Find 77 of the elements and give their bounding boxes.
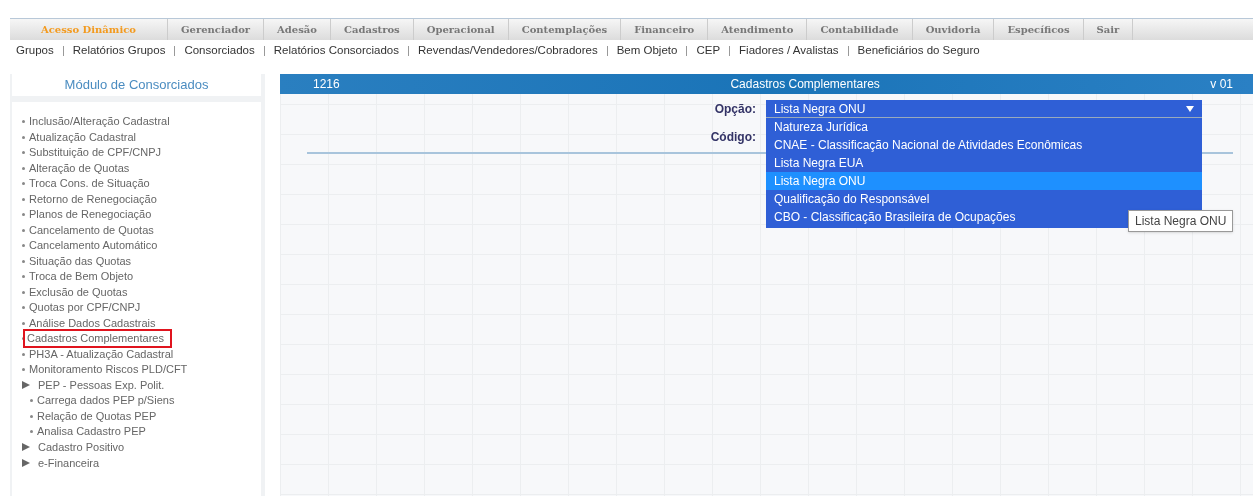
bullet-icon <box>30 399 33 403</box>
submenu-link[interactable]: CEP <box>696 42 721 60</box>
option-label: Opção: <box>714 101 756 118</box>
submenu-link[interactable]: Bem Objeto <box>616 42 678 60</box>
sidebar-item[interactable]: Analisa Cadastro PEP <box>37 424 146 440</box>
submenu-link[interactable]: Relatórios Grupos <box>72 42 166 60</box>
menu-tab[interactable]: Contemplações <box>508 19 622 40</box>
bullet-icon <box>22 228 25 232</box>
bullet-icon <box>22 290 25 294</box>
version-label: v 01 <box>1210 76 1234 93</box>
sidebar-item[interactable]: Alteração de Quotas <box>29 160 130 176</box>
menu-tab[interactable]: Atendimento <box>708 19 808 40</box>
menu-tab[interactable]: Específicos <box>994 19 1084 40</box>
submenu-link[interactable]: Consorciados <box>184 42 255 60</box>
bullet-icon <box>22 275 25 279</box>
sidebar-group[interactable]: PEP - Pessoas Exp. Polit. <box>34 377 165 394</box>
bullet-icon <box>22 368 25 372</box>
bullet-icon <box>22 166 25 170</box>
dropdown-arrow-icon <box>1186 105 1194 112</box>
submenu-link[interactable]: Beneficiários do Seguro <box>857 42 980 60</box>
dropdown-option[interactable]: Natureza Jurídica <box>766 118 1202 136</box>
sidebar-item[interactable]: Troca Cons. de Situação <box>29 176 150 192</box>
dropdown-option[interactable]: CNAE - Classificação Nacional de Atividades Econômicas <box>766 136 1202 154</box>
bullet-icon <box>30 414 33 418</box>
sidebar-group[interactable]: Cadastro Positivo <box>34 439 125 456</box>
bullet-icon <box>22 259 25 263</box>
sidebar-item[interactable]: PH3A - Atualização Cadastral <box>29 346 174 362</box>
menu-tab[interactable]: Ouvidoria <box>912 19 995 40</box>
sidebar-item[interactable]: Situação das Quotas <box>29 253 132 269</box>
bullet-icon <box>22 244 25 248</box>
sidebar-item[interactable]: Substituição de CPF/CNPJ <box>29 145 162 161</box>
menu-tab[interactable]: Cadastros <box>331 19 414 40</box>
menu-tab[interactable]: Gerenciador <box>168 19 265 40</box>
bullet-icon <box>22 151 25 155</box>
option-select[interactable]: Lista Negra ONU <box>766 100 1202 118</box>
tooltip: Lista Negra ONU <box>1128 210 1234 232</box>
sidebar-item[interactable]: Cancelamento de Quotas <box>29 222 154 238</box>
submenu-link[interactable]: Grupos <box>16 42 54 60</box>
menu-tab[interactable]: Sair <box>1083 19 1134 40</box>
bullet-icon <box>22 120 25 124</box>
menu-tab[interactable]: Adesão <box>264 19 331 40</box>
bullet-icon <box>22 306 25 310</box>
menu-tab[interactable]: Operacional <box>413 19 509 40</box>
dropdown-option[interactable]: Lista Negra EUA <box>766 154 1202 172</box>
sidebar-item[interactable]: Troca de Bem Objeto <box>29 269 134 285</box>
screen-code: 1216 <box>312 76 341 93</box>
bullet-icon <box>30 430 33 434</box>
sidebar-item[interactable]: Monitoramento Riscos PLD/CFT <box>29 362 188 378</box>
bullet-icon <box>22 352 25 356</box>
code-label: Código: <box>710 129 756 146</box>
panel-title: Cadastros Complementares <box>729 76 881 93</box>
bullet-icon <box>22 197 25 201</box>
bullet-icon <box>22 182 25 186</box>
submenu-link[interactable]: Fiadores / Avalistas <box>739 42 839 60</box>
sidebar-group[interactable]: e-Financeira <box>34 454 100 471</box>
sidebar-item[interactable]: Cancelamento Automático <box>29 238 158 254</box>
sidebar-item[interactable]: Quotas por CPF/CNPJ <box>29 300 141 316</box>
menu-tab[interactable]: Contabilidade <box>807 19 913 40</box>
sidebar-item[interactable]: Cadastros Complementares <box>23 329 172 349</box>
triangle-icon <box>22 381 30 390</box>
submenu-link[interactable]: Relatórios Consorciados <box>273 42 400 60</box>
sidebar-item[interactable]: Exclusão de Quotas <box>29 284 128 300</box>
sidebar-item[interactable]: Planos de Renegociação <box>29 207 152 223</box>
sidebar-item[interactable]: Carrega dados PEP p/Siens <box>37 393 175 409</box>
dropdown-option[interactable]: Qualificação do Responsável <box>766 190 1202 208</box>
sidebar-item[interactable]: Retorno de Renegociação <box>29 191 157 207</box>
bullet-icon <box>22 135 25 139</box>
menu-tab[interactable]: Financeiro <box>621 19 709 40</box>
sidebar-item[interactable]: Atualização Cadastral <box>29 129 136 145</box>
dropdown-option[interactable]: Lista Negra ONU <box>766 172 1202 190</box>
sidebar-item[interactable]: Análise Dados Cadastrais <box>29 315 156 331</box>
sidebar-item[interactable]: Inclusão/Alteração Cadastral <box>29 114 170 130</box>
sidebar-item[interactable]: Relação de Quotas PEP <box>37 408 157 424</box>
sidebar-title: Módulo de Consorciados <box>12 74 261 96</box>
submenu-link[interactable]: Revendas/Vendedores/Cobradores <box>418 42 598 60</box>
bullet-icon <box>22 213 25 217</box>
bullet-icon <box>22 321 25 325</box>
